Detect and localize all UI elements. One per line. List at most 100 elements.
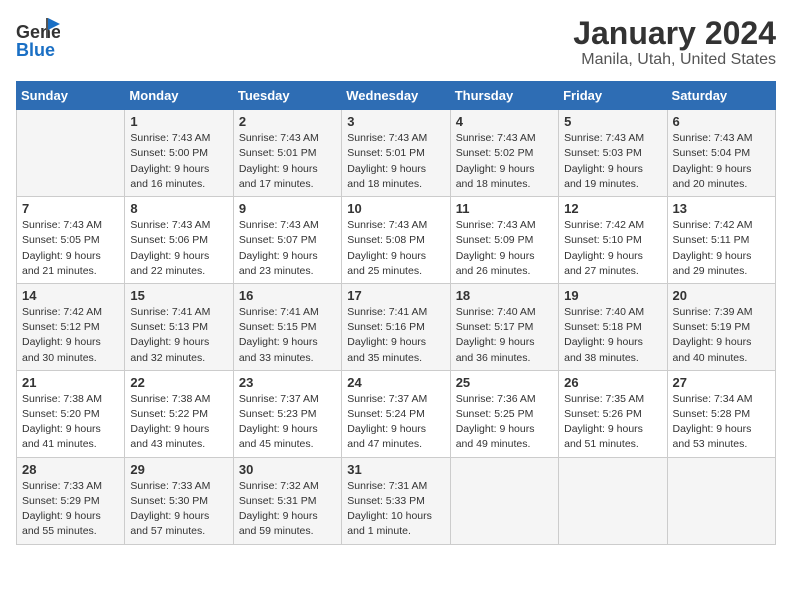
- day-number: 8: [130, 201, 227, 216]
- day-number: 3: [347, 114, 444, 129]
- calendar-cell: 4 Sunrise: 7:43 AMSunset: 5:02 PMDaylight…: [450, 110, 558, 197]
- day-number: 30: [239, 462, 336, 477]
- day-info: Sunrise: 7:43 AMSunset: 5:05 PMDaylight:…: [22, 218, 119, 279]
- day-info: Sunrise: 7:31 AMSunset: 5:33 PMDaylight:…: [347, 479, 444, 540]
- day-info: Sunrise: 7:43 AMSunset: 5:04 PMDaylight:…: [673, 131, 770, 192]
- day-number: 10: [347, 201, 444, 216]
- day-header-friday: Friday: [559, 82, 667, 110]
- calendar-cell: 13 Sunrise: 7:42 AMSunset: 5:11 PMDayligh…: [667, 197, 775, 284]
- day-info: Sunrise: 7:38 AMSunset: 5:22 PMDaylight:…: [130, 392, 227, 453]
- day-header-wednesday: Wednesday: [342, 82, 450, 110]
- calendar-cell: 17 Sunrise: 7:41 AMSunset: 5:16 PMDayligh…: [342, 283, 450, 370]
- day-info: Sunrise: 7:42 AMSunset: 5:11 PMDaylight:…: [673, 218, 770, 279]
- calendar-week-1: 1 Sunrise: 7:43 AMSunset: 5:00 PMDaylight…: [17, 110, 776, 197]
- day-info: Sunrise: 7:43 AMSunset: 5:09 PMDaylight:…: [456, 218, 553, 279]
- day-info: Sunrise: 7:42 AMSunset: 5:12 PMDaylight:…: [22, 305, 119, 366]
- day-info: Sunrise: 7:32 AMSunset: 5:31 PMDaylight:…: [239, 479, 336, 540]
- day-info: Sunrise: 7:43 AMSunset: 5:03 PMDaylight:…: [564, 131, 661, 192]
- calendar-cell: 16 Sunrise: 7:41 AMSunset: 5:15 PMDayligh…: [233, 283, 341, 370]
- day-number: 24: [347, 375, 444, 390]
- day-header-saturday: Saturday: [667, 82, 775, 110]
- calendar-cell: 2 Sunrise: 7:43 AMSunset: 5:01 PMDaylight…: [233, 110, 341, 197]
- day-number: 5: [564, 114, 661, 129]
- day-info: Sunrise: 7:36 AMSunset: 5:25 PMDaylight:…: [456, 392, 553, 453]
- day-info: Sunrise: 7:41 AMSunset: 5:15 PMDaylight:…: [239, 305, 336, 366]
- day-number: 23: [239, 375, 336, 390]
- day-info: Sunrise: 7:35 AMSunset: 5:26 PMDaylight:…: [564, 392, 661, 453]
- day-number: 14: [22, 288, 119, 303]
- calendar-cell: 27Sunrise: 7:34 AMSunset: 5:28 PMDayligh…: [667, 370, 775, 457]
- day-number: 2: [239, 114, 336, 129]
- day-number: 25: [456, 375, 553, 390]
- calendar-cell: [450, 457, 558, 544]
- page-title: January 2024: [573, 16, 776, 51]
- day-info: Sunrise: 7:43 AMSunset: 5:07 PMDaylight:…: [239, 218, 336, 279]
- calendar-cell: 25 Sunrise: 7:36 AMSunset: 5:25 PMDayligh…: [450, 370, 558, 457]
- header-row: SundayMondayTuesdayWednesdayThursdayFrid…: [17, 82, 776, 110]
- day-header-sunday: Sunday: [17, 82, 125, 110]
- calendar-cell: 19Sunrise: 7:40 AMSunset: 5:18 PMDayligh…: [559, 283, 667, 370]
- calendar-cell: [559, 457, 667, 544]
- day-info: Sunrise: 7:43 AMSunset: 5:02 PMDaylight:…: [456, 131, 553, 192]
- day-info: Sunrise: 7:43 AMSunset: 5:01 PMDaylight:…: [347, 131, 444, 192]
- day-info: Sunrise: 7:34 AMSunset: 5:28 PMDaylight:…: [673, 392, 770, 453]
- day-number: 15: [130, 288, 227, 303]
- calendar-cell: [17, 110, 125, 197]
- calendar-cell: 28 Sunrise: 7:33 AMSunset: 5:29 PMDayligh…: [17, 457, 125, 544]
- day-number: 21: [22, 375, 119, 390]
- day-number: 4: [456, 114, 553, 129]
- day-info: Sunrise: 7:43 AMSunset: 5:00 PMDaylight:…: [130, 131, 227, 192]
- day-number: 12: [564, 201, 661, 216]
- day-info: Sunrise: 7:42 AMSunset: 5:10 PMDaylight:…: [564, 218, 661, 279]
- svg-text:Blue: Blue: [16, 40, 55, 60]
- day-header-monday: Monday: [125, 82, 233, 110]
- day-info: Sunrise: 7:41 AMSunset: 5:16 PMDaylight:…: [347, 305, 444, 366]
- day-info: Sunrise: 7:43 AMSunset: 5:06 PMDaylight:…: [130, 218, 227, 279]
- day-info: Sunrise: 7:40 AMSunset: 5:17 PMDaylight:…: [456, 305, 553, 366]
- calendar-cell: 30 Sunrise: 7:32 AMSunset: 5:31 PMDayligh…: [233, 457, 341, 544]
- calendar-cell: 14 Sunrise: 7:42 AMSunset: 5:12 PMDayligh…: [17, 283, 125, 370]
- day-info: Sunrise: 7:37 AMSunset: 5:23 PMDaylight:…: [239, 392, 336, 453]
- calendar-table: SundayMondayTuesdayWednesdayThursdayFrid…: [16, 81, 776, 544]
- calendar-cell: 22Sunrise: 7:38 AMSunset: 5:22 PMDayligh…: [125, 370, 233, 457]
- day-number: 19: [564, 288, 661, 303]
- page-header: General Blue January 2024 Manila, Utah, …: [16, 16, 776, 69]
- calendar-cell: 20 Sunrise: 7:39 AMSunset: 5:19 PMDayligh…: [667, 283, 775, 370]
- calendar-cell: 9 Sunrise: 7:43 AMSunset: 5:07 PMDaylight…: [233, 197, 341, 284]
- day-number: 20: [673, 288, 770, 303]
- day-number: 13: [673, 201, 770, 216]
- calendar-cell: [667, 457, 775, 544]
- day-info: Sunrise: 7:43 AMSunset: 5:01 PMDaylight:…: [239, 131, 336, 192]
- day-number: 6: [673, 114, 770, 129]
- day-number: 29: [130, 462, 227, 477]
- page-subtitle: Manila, Utah, United States: [573, 51, 776, 69]
- day-number: 28: [22, 462, 119, 477]
- calendar-week-4: 21Sunrise: 7:38 AMSunset: 5:20 PMDayligh…: [17, 370, 776, 457]
- calendar-cell: 7 Sunrise: 7:43 AMSunset: 5:05 PMDaylight…: [17, 197, 125, 284]
- day-info: Sunrise: 7:41 AMSunset: 5:13 PMDaylight:…: [130, 305, 227, 366]
- calendar-cell: 5 Sunrise: 7:43 AMSunset: 5:03 PMDaylight…: [559, 110, 667, 197]
- day-number: 26: [564, 375, 661, 390]
- logo: General Blue: [16, 16, 60, 60]
- calendar-cell: 3 Sunrise: 7:43 AMSunset: 5:01 PMDaylight…: [342, 110, 450, 197]
- day-number: 16: [239, 288, 336, 303]
- day-header-thursday: Thursday: [450, 82, 558, 110]
- calendar-cell: 24Sunrise: 7:37 AMSunset: 5:24 PMDayligh…: [342, 370, 450, 457]
- day-info: Sunrise: 7:33 AMSunset: 5:29 PMDaylight:…: [22, 479, 119, 540]
- day-number: 17: [347, 288, 444, 303]
- day-number: 1: [130, 114, 227, 129]
- day-number: 11: [456, 201, 553, 216]
- day-info: Sunrise: 7:33 AMSunset: 5:30 PMDaylight:…: [130, 479, 227, 540]
- day-number: 18: [456, 288, 553, 303]
- calendar-week-2: 7 Sunrise: 7:43 AMSunset: 5:05 PMDaylight…: [17, 197, 776, 284]
- calendar-cell: 26 Sunrise: 7:35 AMSunset: 5:26 PMDayligh…: [559, 370, 667, 457]
- calendar-cell: 21Sunrise: 7:38 AMSunset: 5:20 PMDayligh…: [17, 370, 125, 457]
- calendar-cell: 23 Sunrise: 7:37 AMSunset: 5:23 PMDayligh…: [233, 370, 341, 457]
- calendar-cell: 31 Sunrise: 7:31 AMSunset: 5:33 PMDayligh…: [342, 457, 450, 544]
- day-header-tuesday: Tuesday: [233, 82, 341, 110]
- calendar-week-3: 14 Sunrise: 7:42 AMSunset: 5:12 PMDayligh…: [17, 283, 776, 370]
- day-number: 9: [239, 201, 336, 216]
- day-number: 7: [22, 201, 119, 216]
- day-info: Sunrise: 7:39 AMSunset: 5:19 PMDaylight:…: [673, 305, 770, 366]
- day-number: 31: [347, 462, 444, 477]
